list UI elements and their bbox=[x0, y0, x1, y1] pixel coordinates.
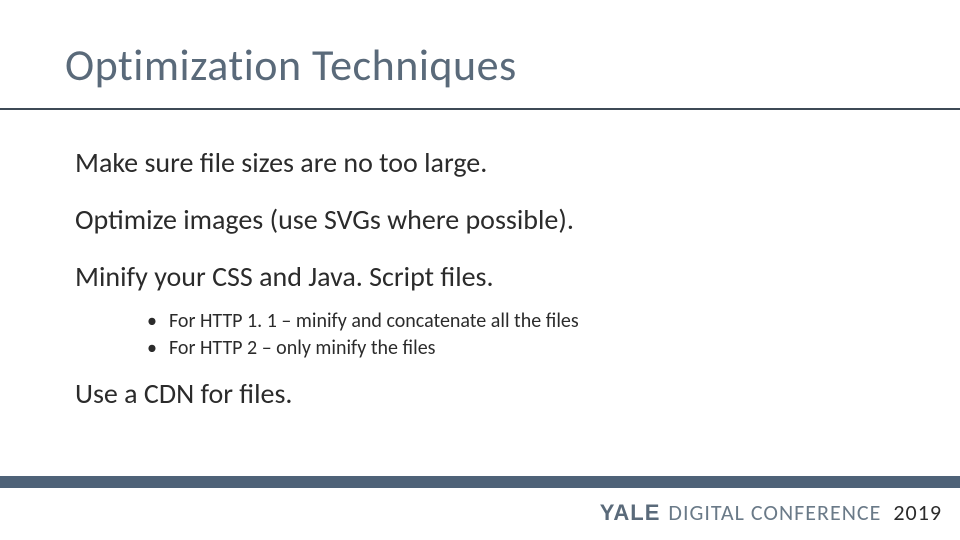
bullet-point: Use a CDN for files. bbox=[75, 376, 895, 411]
slide-content: Make sure file sizes are no too large. O… bbox=[75, 145, 895, 433]
bullet-icon: • bbox=[147, 308, 169, 335]
sub-bullet-text: For HTTP 1. 1 – minify and concatenate a… bbox=[169, 308, 579, 335]
sub-bullet-text: For HTTP 2 – only minify the files bbox=[169, 335, 435, 362]
title-divider bbox=[0, 108, 960, 110]
brand-year: 2019 bbox=[893, 499, 942, 526]
slide-title: Optimization Techniques bbox=[65, 38, 517, 92]
footer-branding: YALE DIGITAL CONFERENCE 2019 bbox=[600, 499, 942, 526]
bullet-point: Make sure file sizes are no too large. bbox=[75, 145, 895, 180]
sub-bullet-list: • For HTTP 1. 1 – minify and concatenate… bbox=[147, 308, 895, 362]
bullet-point: Optimize images (use SVGs where possible… bbox=[75, 202, 895, 237]
sub-bullet-item: • For HTTP 1. 1 – minify and concatenate… bbox=[147, 308, 895, 335]
bullet-icon: • bbox=[147, 335, 169, 362]
bullet-point: Minify your CSS and Java. Script files. bbox=[75, 259, 895, 294]
brand-name-rest: DIGITAL CONFERENCE bbox=[668, 499, 881, 526]
brand-name-strong: YALE bbox=[600, 500, 661, 526]
footer-accent-bar bbox=[0, 476, 960, 488]
sub-bullet-item: • For HTTP 2 – only minify the files bbox=[147, 335, 895, 362]
slide: Optimization Techniques Make sure file s… bbox=[0, 0, 960, 540]
